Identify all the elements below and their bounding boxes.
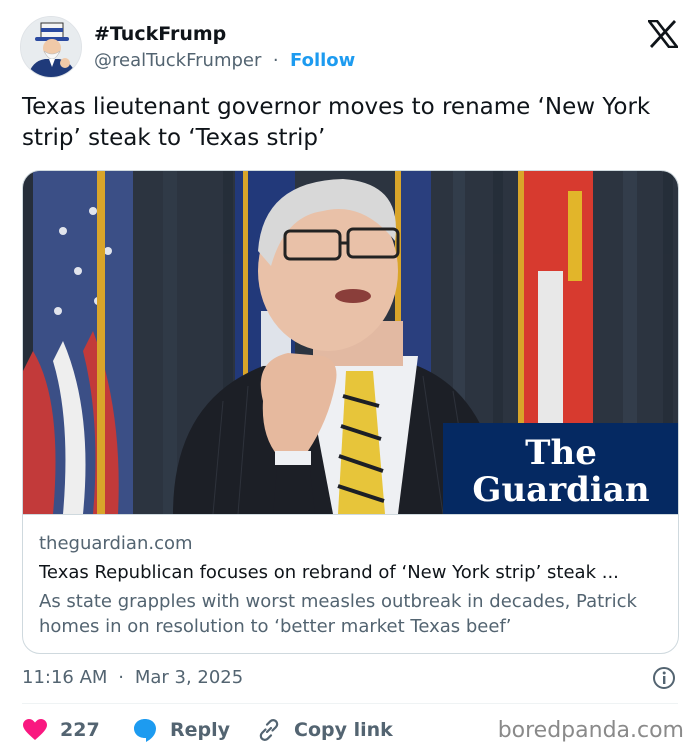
card-domain: theguardian.com (39, 533, 193, 554)
reply-label: Reply (170, 719, 231, 741)
card-title: Texas Republican focuses on rebrand of ‘… (39, 562, 619, 583)
display-name[interactable]: #TuckFrump (94, 22, 355, 46)
watermark: boredpanda.com (497, 718, 684, 743)
avatar[interactable] (20, 16, 82, 78)
tweet-time[interactable]: 11:16 AM (22, 667, 107, 688)
copy-link-label: Copy link (294, 719, 393, 741)
reply-button[interactable]: Reply (132, 712, 230, 748)
author-names: #TuckFrump @realTuckFrumper · Follow (94, 22, 355, 74)
article-image: The Guardian (23, 171, 678, 514)
guardian-logo-line1: The (525, 433, 597, 473)
reply-bubble-icon (134, 719, 156, 742)
card-description: As state grapples with worst measles out… (39, 591, 637, 637)
handle[interactable]: @realTuckFrumper (94, 50, 261, 71)
divider (22, 703, 678, 704)
tweet-text: Texas lieutenant governor moves to renam… (22, 94, 651, 151)
handle-row: @realTuckFrumper · Follow (94, 48, 355, 74)
like-count: 227 (60, 719, 100, 741)
separator-dot: · (267, 50, 285, 71)
timestamp-separator: · (112, 667, 130, 688)
follow-button[interactable]: Follow (290, 50, 355, 71)
copy-link-button[interactable]: Copy link (256, 712, 393, 748)
card-meta: theguardian.com Texas Republican focuses… (23, 514, 678, 653)
link-icon (259, 719, 279, 741)
heart-icon (23, 719, 47, 740)
like-button[interactable]: 227 (22, 712, 100, 748)
tweet-date[interactable]: Mar 3, 2025 (135, 667, 243, 688)
link-preview-card[interactable]: The Guardian theguardian.com Texas Repub… (22, 170, 679, 654)
guardian-logo-line2: Guardian (472, 470, 649, 510)
timestamp-row: 11:16 AM · Mar 3, 2025 (22, 664, 678, 692)
x-logo-icon[interactable] (648, 20, 678, 48)
tweet-header: #TuckFrump @realTuckFrumper · Follow (20, 16, 680, 80)
info-icon[interactable] (652, 666, 676, 690)
